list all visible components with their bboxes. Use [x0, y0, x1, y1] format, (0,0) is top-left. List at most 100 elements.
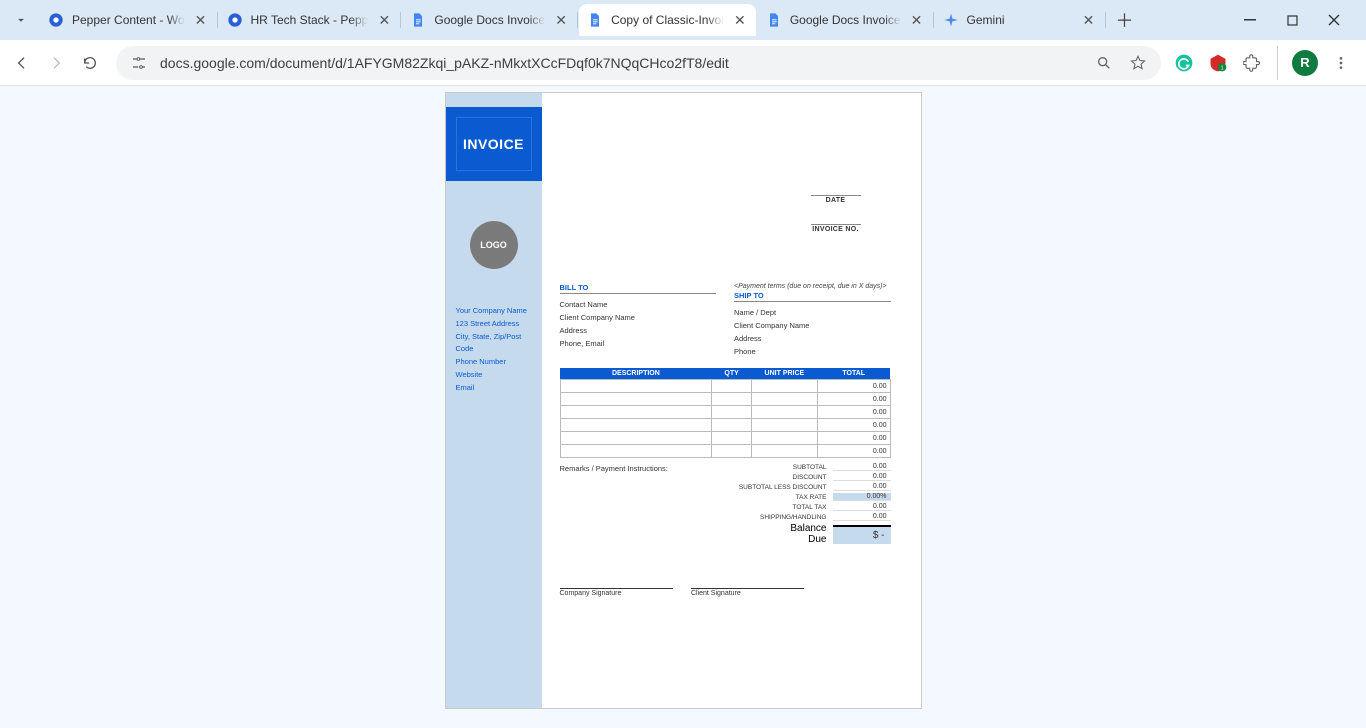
tab-close-icon[interactable]: ✕	[193, 12, 209, 28]
tab-favicon	[766, 12, 782, 28]
svg-text:1: 1	[1221, 65, 1224, 71]
window-close-button[interactable]	[1324, 10, 1344, 30]
toolbar-divider	[1277, 46, 1278, 80]
address-field[interactable]: Contact Name	[560, 298, 717, 311]
nav-reload-button[interactable]	[76, 49, 104, 77]
address-field[interactable]: Address	[734, 332, 891, 345]
extensions-icon[interactable]	[1241, 52, 1263, 74]
tab-title: Pepper Content - Wo	[72, 13, 185, 27]
tab-close-icon[interactable]: ✕	[376, 12, 392, 28]
summary-value: 0.00	[833, 503, 891, 511]
tab-close-icon[interactable]: ✕	[553, 12, 569, 28]
row-total: 0.00	[817, 419, 890, 432]
balance-due-row: BalanceDue$ -	[692, 522, 891, 546]
tab-favicon	[227, 12, 243, 28]
tab-close-icon[interactable]: ✕	[1081, 12, 1097, 28]
invoice-no-label: INVOICE NO.	[811, 224, 861, 233]
address-field[interactable]: Client Company Name	[560, 311, 717, 324]
company-info-block: Your Company Name123 Street AddressCity,…	[456, 305, 532, 394]
tab-favicon	[587, 12, 603, 28]
col-unit-price-header: UNIT PRICE	[751, 368, 817, 380]
bookmark-icon[interactable]	[1127, 52, 1149, 74]
date-label: DATE	[811, 195, 861, 204]
invoice-banner: INVOICE	[446, 107, 542, 181]
summary-value: 0.00	[833, 473, 891, 481]
address-field[interactable]: Phone, Email	[560, 337, 717, 350]
nav-forward-button[interactable]	[42, 49, 70, 77]
browser-tab[interactable]: Google Docs Invoice✕	[758, 4, 933, 36]
browser-tab[interactable]: Pepper Content - Wo ✕	[40, 4, 217, 36]
tab-title: HR Tech Stack - Pepp	[251, 13, 369, 27]
nav-back-button[interactable]	[8, 49, 36, 77]
site-settings-icon[interactable]	[128, 52, 150, 74]
summary-row: TAX RATE0.00%	[692, 492, 891, 502]
tab-favicon	[48, 12, 64, 28]
company-info-line: 123 Street Address	[456, 318, 532, 331]
address-field[interactable]: Name / Dept	[734, 306, 891, 319]
summary-row: SUBTOTAL LESS DISCOUNT0.00	[692, 482, 891, 492]
summary-value: 0.00	[833, 513, 891, 521]
company-info-line: Your Company Name	[456, 305, 532, 318]
url-text: docs.google.com/document/d/1AFYGM82Zkqi_…	[160, 55, 729, 71]
summary-value: 0.00	[833, 483, 891, 491]
table-row[interactable]: 0.00	[560, 393, 890, 406]
chrome-menu-icon[interactable]	[1330, 52, 1352, 74]
summary-label: TAX RATE	[692, 494, 833, 501]
table-row[interactable]: 0.00	[560, 380, 890, 393]
window-minimize-button[interactable]	[1240, 10, 1260, 30]
table-row[interactable]: 0.00	[560, 419, 890, 432]
logo-placeholder: LOGO	[470, 221, 518, 269]
browser-tab[interactable]: HR Tech Stack - Pepp ✕	[219, 4, 401, 36]
summary-label: SUBTOTAL LESS DISCOUNT	[692, 484, 833, 491]
company-info-line: Website	[456, 369, 532, 382]
col-qty-header: QTY	[712, 368, 752, 380]
browser-tab[interactable]: Copy of Classic-Invoi ✕	[579, 4, 756, 36]
summary-label: SHIPPING/HANDLING	[692, 514, 833, 521]
col-description-header: DESCRIPTION	[560, 368, 712, 380]
table-row[interactable]: 0.00	[560, 406, 890, 419]
zoom-icon[interactable]	[1093, 52, 1115, 74]
tab-favicon	[410, 12, 426, 28]
tab-title: Google Docs Invoice	[434, 13, 545, 27]
table-row[interactable]: 0.00	[560, 445, 890, 458]
adblock-extension-icon[interactable]: 1	[1207, 52, 1229, 74]
profile-avatar[interactable]: R	[1292, 50, 1318, 76]
tab-search-button[interactable]	[8, 7, 34, 33]
table-row[interactable]: 0.00	[560, 432, 890, 445]
grammarly-extension-icon[interactable]	[1173, 52, 1195, 74]
ship-to-label: SHIP TO	[734, 291, 891, 302]
tab-close-icon[interactable]: ✕	[732, 12, 748, 28]
row-total: 0.00	[817, 380, 890, 393]
row-total: 0.00	[817, 406, 890, 419]
company-info-line: Phone Number	[456, 356, 532, 369]
address-field[interactable]: Phone	[734, 345, 891, 358]
address-field[interactable]: Client Company Name	[734, 319, 891, 332]
new-tab-button[interactable]: ＋	[1111, 6, 1139, 34]
invoice-left-column: INVOICE LOGO Your Company Name123 Street…	[446, 93, 542, 708]
row-total: 0.00	[817, 393, 890, 406]
summary-value: 0.00	[833, 463, 891, 471]
address-field[interactable]: Address	[560, 324, 717, 337]
summary-row: TOTAL TAX0.00	[692, 502, 891, 512]
document-viewport[interactable]: INVOICE LOGO Your Company Name123 Street…	[0, 86, 1366, 728]
address-bar[interactable]: docs.google.com/document/d/1AFYGM82Zkqi_…	[116, 46, 1161, 80]
payment-terms-placeholder: <Payment terms (due on receipt, due in X…	[734, 283, 891, 290]
summary-label: TOTAL TAX	[692, 504, 833, 511]
window-maximize-button[interactable]	[1282, 10, 1302, 30]
tab-title: Gemini	[967, 13, 1073, 27]
client-signature-label: Client Signature	[691, 588, 804, 597]
summary-label: DISCOUNT	[692, 474, 833, 481]
tab-title: Copy of Classic-Invoi	[611, 13, 724, 27]
row-total: 0.00	[817, 432, 890, 445]
remarks-label: Remarks / Payment Instructions:	[560, 464, 692, 546]
summary-label: SUBTOTAL	[692, 464, 833, 471]
items-table[interactable]: DESCRIPTION QTY UNIT PRICE TOTAL 0.000.0…	[560, 368, 891, 458]
company-signature-label: Company Signature	[560, 588, 673, 597]
balance-value: $ -	[833, 525, 891, 544]
page[interactable]: INVOICE LOGO Your Company Name123 Street…	[445, 92, 922, 709]
browser-tab[interactable]: Gemini ✕	[935, 4, 1105, 36]
bill-to-label: BILL TO	[560, 283, 717, 294]
browser-tab[interactable]: Google Docs Invoice ✕	[402, 4, 577, 36]
company-info-line: City, State, Zip/Post Code	[456, 331, 532, 357]
tab-close-icon[interactable]: ✕	[909, 12, 925, 28]
